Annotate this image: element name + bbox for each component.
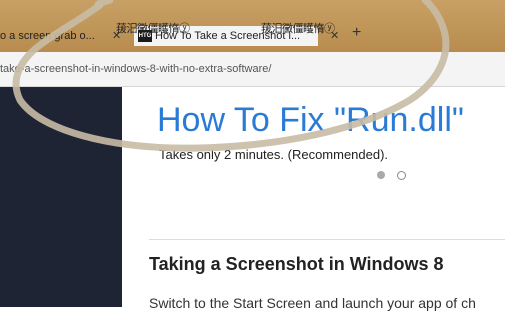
tab-label: o a screen grab o... — [0, 30, 95, 42]
tab-screen-grab[interactable]: o a screen grab o... — [0, 26, 130, 46]
overlay-text: 菝汨黴僵矆惰ⓨ — [116, 23, 190, 35]
carousel-dot-active[interactable] — [377, 171, 385, 179]
article-title: Taking a Screenshot in Windows 8 — [149, 254, 444, 274]
page-content: How To Fix "Run.dll" Takes only 2 minute… — [122, 87, 505, 311]
divider — [149, 239, 505, 240]
article-body: Switch to the Start Screen and launch yo… — [149, 295, 476, 311]
carousel-dot[interactable] — [397, 171, 406, 180]
ad-subtitle: Takes only 2 minutes. (Recommended). — [159, 147, 389, 162]
overlay-text: 菝汨黴僵矆惰ⓨ — [261, 23, 335, 35]
url-text: take-a-screenshot-in-windows-8-with-no-e… — [0, 63, 272, 75]
new-tab-icon[interactable]: + — [352, 24, 361, 42]
ad-title[interactable]: How To Fix "Run.dll" — [157, 101, 464, 140]
address-bar[interactable]: take-a-screenshot-in-windows-8-with-no-e… — [0, 52, 505, 87]
tab-bar: o a screen grab o... ✕ HTG How To Take a … — [0, 0, 505, 52]
sidebar — [0, 87, 122, 307]
